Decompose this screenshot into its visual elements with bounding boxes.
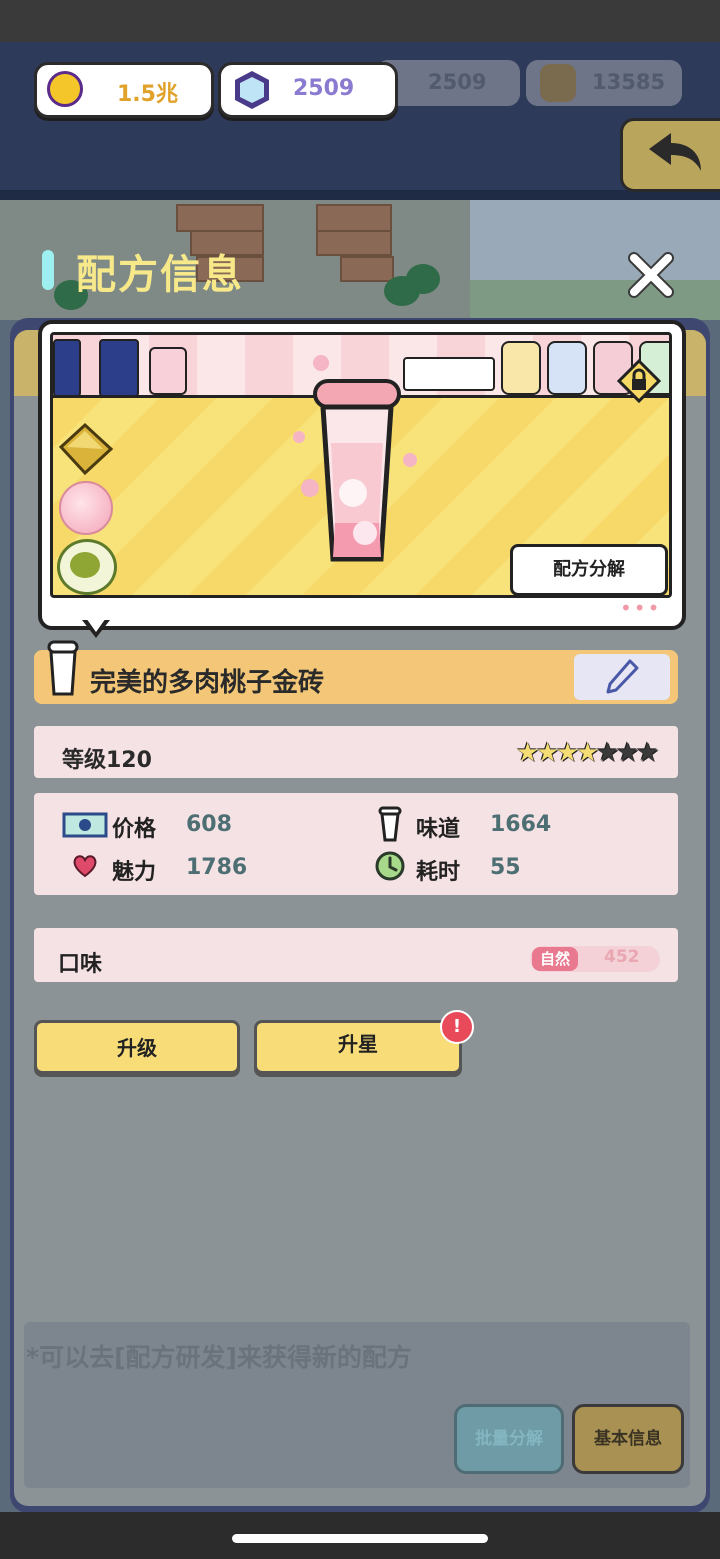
research-hint: *可以去[配方研发]来获得新的配方 (26, 1343, 412, 1372)
cup-rack (403, 357, 495, 391)
price-value: 608 (186, 812, 232, 837)
price-label: 价格 (112, 817, 157, 842)
time-value: 55 (490, 855, 521, 880)
home-indicator[interactable] (232, 1534, 488, 1543)
jar-icon (501, 341, 541, 395)
gem-count: 2509 (293, 76, 355, 101)
rename-button[interactable] (574, 654, 670, 700)
petal-icon (403, 453, 417, 467)
heart-icon (73, 855, 97, 878)
close-icon (628, 252, 674, 298)
recipe-name: 完美的多肉桃子金砖 (90, 668, 325, 698)
recipe-level: 等级120 (62, 748, 152, 773)
peach-icon (59, 481, 113, 535)
cup-taste-icon (378, 806, 402, 842)
bottle-icon (99, 339, 139, 397)
charm-value: 1786 (186, 855, 248, 880)
basic-info-button[interactable]: 基本信息 (572, 1404, 684, 1474)
clock-icon (375, 851, 405, 881)
dialog-title: 配方信息 (76, 252, 244, 298)
cup-icon (47, 640, 79, 696)
petal-icon (293, 431, 305, 443)
lock-icon[interactable] (617, 359, 661, 403)
petal-icon (301, 479, 319, 497)
time-label: 耗时 (416, 860, 461, 885)
bag-counter-background: 13585 (526, 60, 682, 106)
taste-value: 1664 (490, 812, 552, 837)
pencil-icon (606, 659, 639, 694)
close-button[interactable] (624, 248, 678, 302)
back-arrow-icon (649, 133, 701, 171)
recipe-decompose-button[interactable]: 配方分解 (510, 544, 668, 596)
flavor-tag: 自然 (532, 947, 578, 971)
gem-count-background: 2509 (428, 70, 487, 94)
flavor-label: 口味 (58, 952, 103, 977)
status-bar (0, 0, 720, 42)
star-up-button[interactable]: 升星 (254, 1020, 462, 1074)
coin-icon (47, 71, 83, 107)
bottle-icon (53, 339, 81, 397)
gem-counter[interactable]: 2509 (218, 62, 398, 118)
batch-decompose-button[interactable]: 批量分解 (454, 1404, 564, 1474)
coin-counter[interactable]: 1.5兆 (34, 62, 214, 118)
back-button[interactable] (620, 118, 720, 192)
petal-icon (313, 355, 329, 371)
more-options-icon[interactable]: ••• (620, 596, 661, 620)
bag-icon (540, 64, 576, 102)
alert-badge-icon: ! (440, 1010, 474, 1044)
charm-label: 魅力 (112, 860, 157, 885)
gold-brick-icon (58, 422, 114, 476)
tea-cup-icon (57, 539, 117, 595)
upgrade-button[interactable]: 升级 (34, 1020, 240, 1074)
flavor-value: 452 (604, 947, 640, 967)
hud-divider (0, 190, 720, 200)
jar-icon (149, 347, 187, 395)
gem-icon (235, 71, 269, 109)
star-empty-icon: ★ (636, 738, 660, 768)
bag-count: 13585 (592, 70, 666, 94)
coin-count: 1.5兆 (117, 82, 178, 107)
jar-icon (547, 341, 587, 395)
drink-cup-icon (313, 379, 401, 562)
taste-label: 味道 (416, 817, 461, 842)
money-icon (62, 812, 108, 838)
title-accent (42, 250, 54, 290)
